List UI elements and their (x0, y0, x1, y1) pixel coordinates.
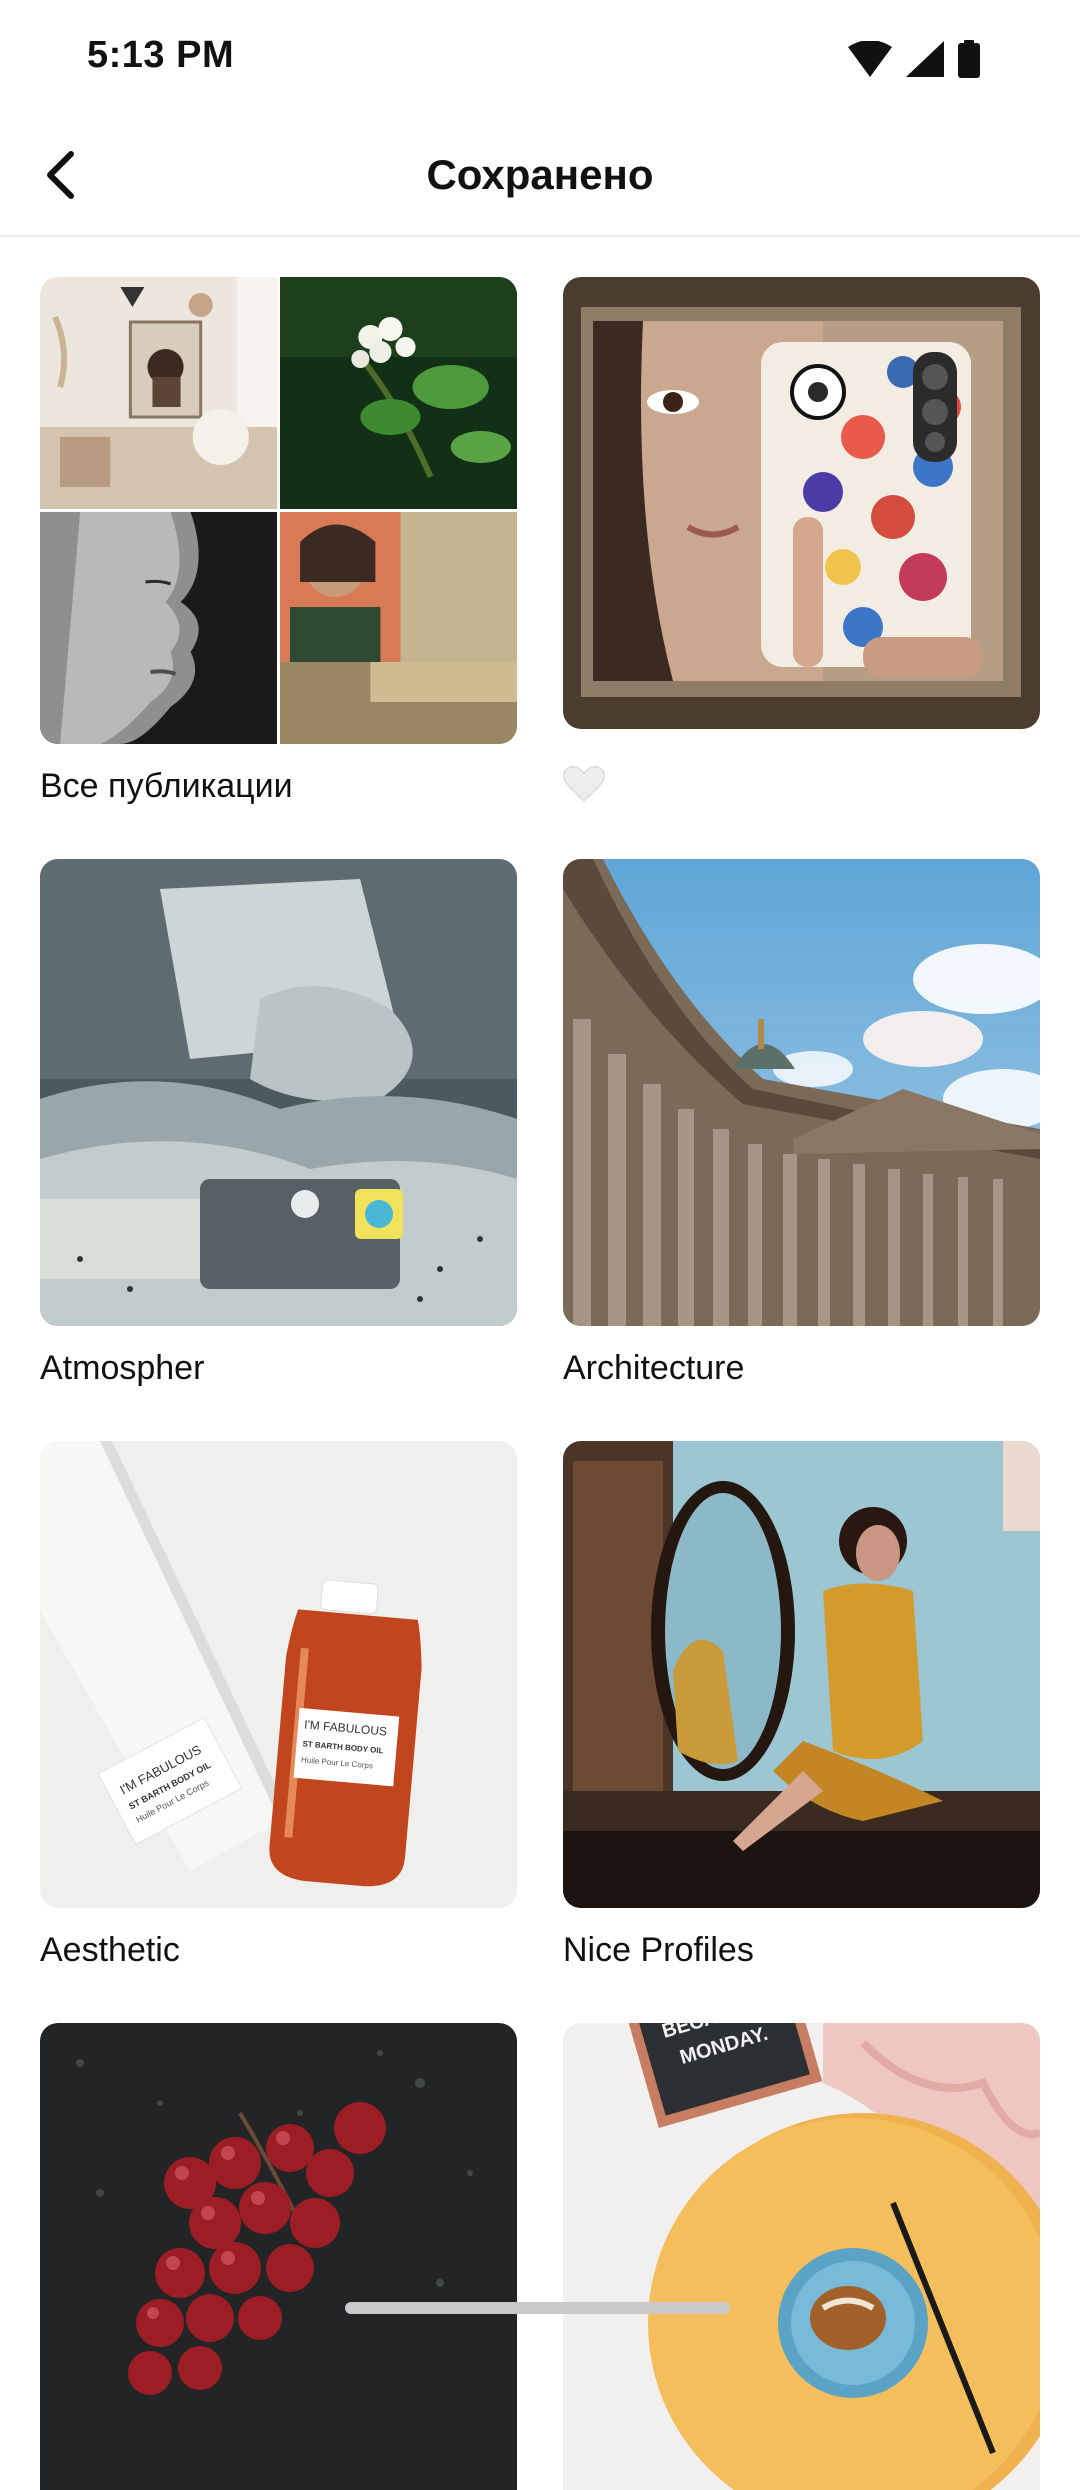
collection-thumbnail: I'M FABULOUS ST BARTH BODY OIL Huile Pou… (40, 1441, 517, 1908)
collection-card-liked[interactable] (562, 277, 1040, 803)
collection-card-breakfast[interactable]: BECAUSE MONDAY. (563, 2023, 1040, 2490)
collection-card-architecture[interactable]: Architecture (563, 859, 1040, 1387)
collection-thumbnail (563, 859, 1040, 1326)
collage-tile-portrait-bw (40, 512, 277, 744)
status-time: 5:13 PM (87, 34, 235, 76)
battery-icon (958, 40, 980, 78)
app-header: Сохранено (0, 115, 1080, 237)
collection-thumbnail (40, 2023, 517, 2490)
page-title: Сохранено (426, 151, 654, 198)
cell-signal-icon (906, 41, 944, 77)
status-icons (848, 40, 980, 78)
collection-thumbnail (40, 859, 517, 1326)
collection-label: Atmospher (40, 1349, 205, 1387)
collage-tile-flowers (280, 277, 517, 509)
collection-card-atmospher[interactable]: Atmospher (40, 859, 517, 1387)
collection-card-aesthetic[interactable]: I'M FABULOUS ST BARTH BODY OIL Huile Pou… (40, 1441, 517, 1969)
collection-label: Architecture (563, 1349, 745, 1387)
collage-tile-painting (280, 512, 517, 744)
home-indicator[interactable] (345, 2302, 730, 2314)
liked-heart-icon (562, 765, 606, 808)
status-bar: 5:13 PM (0, 0, 1080, 115)
collection-card-grapes[interactable] (40, 2023, 517, 2490)
collage-tile-room (40, 277, 277, 509)
collection-label: Все публикации (40, 767, 293, 805)
collection-thumbnail: BECAUSE MONDAY. (563, 2023, 1040, 2490)
wifi-icon (848, 41, 892, 77)
collection-label: Aesthetic (40, 1931, 180, 1969)
collage (40, 277, 517, 744)
collection-label: Nice Profiles (563, 1931, 754, 1969)
collection-card-all-posts[interactable]: Все публикации (40, 277, 517, 805)
collection-card-nice-profiles[interactable]: Nice Profiles (563, 1441, 1040, 1969)
collection-thumbnail (40, 277, 517, 744)
collection-thumbnail (563, 277, 1040, 729)
collection-thumbnail (563, 1441, 1040, 1908)
